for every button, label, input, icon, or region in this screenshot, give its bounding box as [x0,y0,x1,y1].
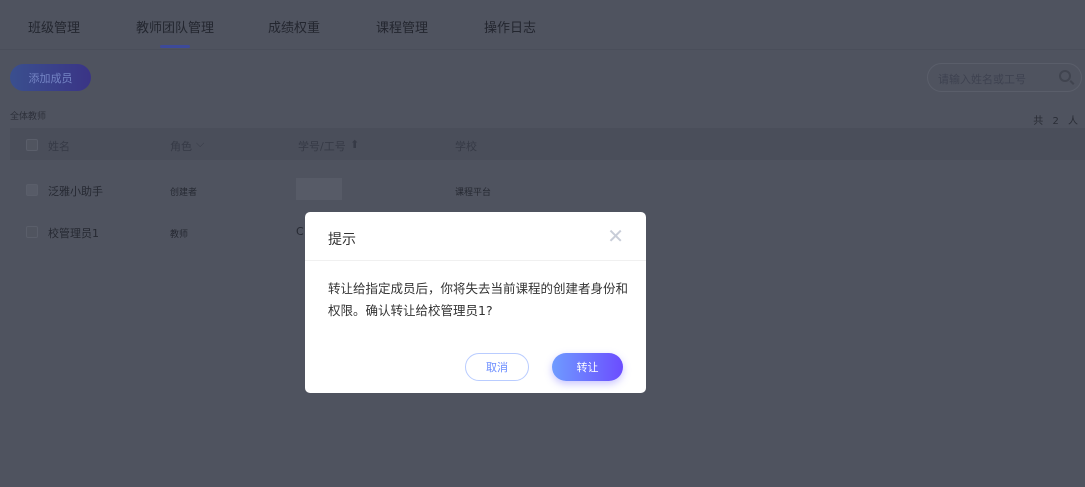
tab-course-management[interactable]: 课程管理 [376,17,428,36]
row-name: 校管理员1 [48,227,99,240]
table-header: 姓名 角色 ⌵ 学号/工号 ⬆ 学校 [10,128,1085,160]
search-input[interactable]: 请输入姓名或工号 [927,63,1082,92]
select-all-checkbox[interactable] [26,139,38,151]
sort-arrow-icon[interactable]: ⬆ [350,138,359,151]
row-checkbox[interactable] [26,226,38,238]
tab-bar: 班级管理 教师团队管理 成绩权重 课程管理 操作日志 [0,0,1085,50]
tab-grade-weight[interactable]: 成绩权重 [268,17,320,36]
dialog-divider [305,260,646,261]
transfer-confirm-dialog: 提示 ✕ 转让给指定成员后，你将失去当前课程的创建者身份和权限。确认转让给校管理… [305,212,646,393]
search-placeholder: 请输入姓名或工号 [938,73,1026,86]
row-id: C [296,225,304,238]
column-school: 学校 [455,140,477,153]
row-school: 课程平台 [455,188,492,198]
tab-teacher-team[interactable]: 教师团队管理 [136,17,214,48]
row-role: 创建者 [170,188,198,198]
column-role[interactable]: 角色 [170,138,192,154]
row-checkbox[interactable] [26,184,38,196]
column-name: 姓名 [48,140,70,153]
row-role: 教师 [170,230,189,240]
modal-dimmed-page: { "tabs":["班级管理","教师团队管理","成绩权重","课程管理",… [0,0,1085,487]
close-icon[interactable]: ✕ [607,224,624,248]
search-icon[interactable] [1059,70,1071,82]
dialog-title: 提示 [328,232,356,248]
row-name: 泛雅小助手 [48,185,103,198]
member-count: 共 2 人 [1033,116,1081,127]
row-id-masked [296,178,342,200]
chevron-down-icon[interactable]: ⌵ [196,137,204,151]
section-label: 全体教师 [10,112,47,122]
dialog-message: 转让给指定成员后，你将失去当前课程的创建者身份和权限。确认转让给校管理员1? [328,281,629,318]
cancel-button[interactable]: 取消 [465,353,529,381]
add-member-button[interactable]: 添加成员 [10,64,91,91]
transfer-button[interactable]: 转让 [552,353,623,381]
column-id[interactable]: 学号/工号 [298,138,346,154]
tab-class-management[interactable]: 班级管理 [28,17,80,36]
tab-operation-log[interactable]: 操作日志 [484,17,536,36]
